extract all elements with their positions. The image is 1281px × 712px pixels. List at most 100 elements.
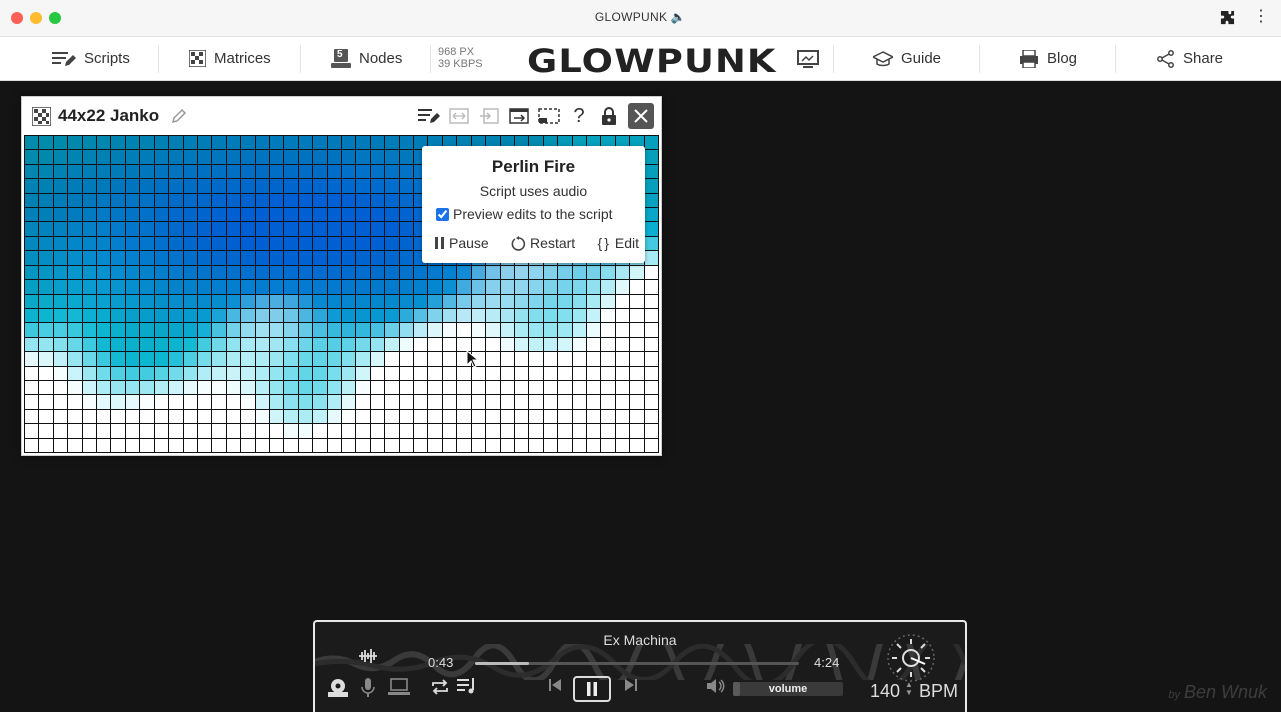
led-pixel [269,352,284,366]
led-pixel [269,251,284,265]
mute-button[interactable] [706,678,726,694]
more-menu-icon[interactable]: ⋮ [1253,9,1269,25]
led-pixel [543,294,558,308]
nav-nodes[interactable]: 5 Nodes [331,37,402,80]
fit-width-button[interactable] [447,104,471,128]
nav-blog[interactable]: Blog [1019,37,1077,80]
puzzle-extension-icon[interactable] [1220,10,1235,30]
led-pixel [269,438,284,452]
led-pixel [313,280,327,294]
play-pause-button[interactable] [573,676,611,702]
led-pixel [125,438,140,452]
led-pixel [370,337,385,352]
nav-nodes-label: Nodes [359,50,403,67]
led-pixel [255,179,269,193]
waveform-icon[interactable] [358,648,378,664]
led-pixel [529,409,543,424]
led-pixel [356,222,370,236]
led-pixel [226,352,241,366]
led-pixel [111,380,125,395]
nav-matrices[interactable]: Matrices [189,37,271,80]
pause-script-button[interactable]: Pause [434,235,489,251]
led-pixel [226,265,241,280]
led-pixel [313,395,327,409]
nav-scripts[interactable]: Scripts [52,37,130,80]
script-list-button[interactable] [417,104,441,128]
nav-share[interactable]: Share [1157,37,1223,80]
nav-guide[interactable]: Guide [873,37,941,80]
led-pixel [342,179,356,193]
led-pixel [82,222,97,236]
bpm-stepper[interactable]: ▲ ▼ [905,681,913,697]
led-pixel [342,366,356,380]
next-track-button[interactable] [624,678,638,692]
audio-source-button[interactable] [327,678,349,698]
microphone-button[interactable] [361,678,375,698]
led-pixel [269,265,284,280]
volume-slider[interactable]: volume [733,682,843,696]
led-pixel [53,380,68,395]
matrix-grid-icon [32,107,51,126]
led-pixel [125,208,140,222]
led-pixel [169,366,183,380]
led-pixel [500,265,514,280]
repeat-button[interactable] [430,678,450,696]
led-pixel [212,323,226,337]
led-pixel [615,380,630,395]
led-pixel [298,323,313,337]
seek-bar-fill [475,662,529,665]
rename-pencil-icon[interactable] [171,108,187,124]
close-panel-button[interactable] [628,103,654,129]
export-button[interactable] [507,104,531,128]
led-pixel [356,236,370,251]
led-pixel [226,395,241,409]
led-pixel [125,323,140,337]
led-pixel [486,395,500,409]
preview-edits-checkbox[interactable] [436,207,449,221]
led-pixel [212,308,226,323]
computer-audio-button[interactable] [388,678,410,696]
led-pixel [97,438,111,452]
skip-back-icon [549,679,561,691]
restart-script-button[interactable]: Restart [511,235,575,251]
edit-script-button[interactable]: {} Edit [598,235,639,251]
playlist-button[interactable] [457,678,477,694]
led-pixel [356,366,370,380]
led-pixel [183,193,197,208]
led-pixel [529,280,543,294]
led-pixel [39,136,53,150]
led-pixel [25,208,39,222]
led-pixel [385,308,399,323]
nav-guide-label: Guide [901,50,942,67]
led-pixel [53,179,68,193]
led-pixel [241,308,255,323]
led-pixel [572,395,586,409]
lock-button[interactable] [597,104,621,128]
preview-edits-toggle[interactable]: Preview edits to the script [436,206,613,222]
display-button[interactable] [797,37,819,80]
led-pixel [457,424,471,438]
led-pixel [241,251,255,265]
led-pixel [111,193,125,208]
led-pixel [298,265,313,280]
led-pixel [385,136,399,150]
help-icon[interactable]: ? [567,104,591,128]
led-pixel [140,236,154,251]
led-pixel [111,280,125,294]
led-pixel [82,438,97,452]
selection-button[interactable] [537,104,561,128]
import-button[interactable] [477,104,501,128]
led-pixel [125,352,140,366]
previous-track-button[interactable] [548,678,562,692]
led-pixel [111,438,125,452]
led-pixel [428,280,442,294]
led-pixel [111,222,125,236]
nav-divider [158,45,159,73]
led-pixel [53,136,68,150]
led-pixel [226,323,241,337]
led-pixel [25,380,39,395]
led-pixel [82,251,97,265]
seek-bar[interactable] [475,662,799,665]
bpm-value[interactable]: 140 [870,681,900,702]
led-pixel [313,222,327,236]
